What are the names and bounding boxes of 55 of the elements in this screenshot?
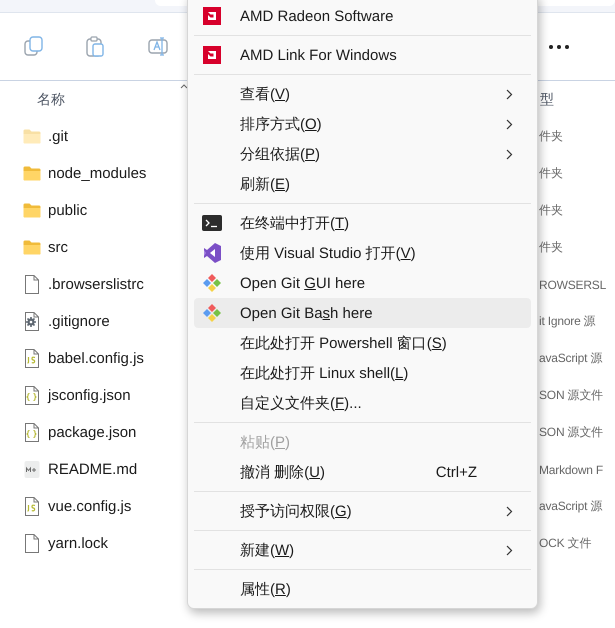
file-name[interactable]: .git	[48, 128, 68, 145]
file-type: 件夹	[539, 239, 563, 256]
git-diamond-icon	[202, 303, 222, 323]
file-name[interactable]: .gitignore	[48, 313, 110, 330]
file-name[interactable]: node_modules	[48, 165, 146, 182]
paste-icon[interactable]	[86, 36, 106, 57]
more-icon[interactable]	[548, 44, 570, 50]
copy-icon[interactable]	[24, 36, 44, 57]
file-name[interactable]: babel.config.js	[48, 350, 144, 367]
file-type: ROWSERSL	[539, 278, 606, 292]
file-type: avaScript 源	[539, 498, 602, 515]
file-type: OCK 文件	[539, 535, 592, 552]
column-header[interactable]: 型	[540, 90, 554, 108]
amd-logo-icon	[203, 7, 221, 25]
file-name[interactable]: vue.config.js	[48, 498, 132, 515]
file-name[interactable]: README.md	[48, 461, 138, 478]
menu-item[interactable]: AMD Radeon Software	[194, 1, 531, 31]
amd-logo-icon	[203, 46, 221, 64]
git-diamond-icon	[202, 273, 222, 293]
menu-item[interactable]: 撤消 删除(U) Ctrl+Z	[194, 457, 531, 487]
file-type: avaScript 源	[539, 350, 602, 367]
menu-item[interactable]: 使用 Visual Studio 打开(V)	[194, 238, 531, 268]
sort-caret-icon	[180, 84, 188, 89]
file-type: SON 源文件	[539, 424, 603, 441]
menu-item[interactable]: 在此处打开 Linux shell(L)	[194, 358, 531, 388]
file-name[interactable]: .browserslistrc	[48, 276, 144, 293]
menu-item[interactable]: 在终端中打开(T)	[194, 208, 531, 238]
file-type: it Ignore 源	[539, 313, 596, 330]
file-name[interactable]: src	[48, 239, 68, 256]
terminal-icon	[202, 215, 222, 231]
file-type: 件夹	[539, 165, 563, 182]
file-type: SON 源文件	[539, 387, 603, 404]
visual-studio-icon	[203, 243, 221, 263]
file-name[interactable]: public	[48, 202, 88, 219]
menu-item[interactable]: 属性(R)	[194, 574, 531, 604]
file-type: 件夹	[539, 128, 563, 145]
menu-item[interactable]: 自定义文件夹(F)...	[194, 388, 531, 418]
shortcut-text: Ctrl+Z	[436, 464, 477, 480]
file-name[interactable]: jsconfig.json	[48, 387, 131, 404]
menu-item[interactable]: 分组依据(P)	[194, 139, 531, 169]
file-type: 件夹	[539, 202, 563, 219]
menu-item[interactable]: Open Git Bash here	[194, 298, 531, 328]
rename-icon[interactable]	[148, 36, 168, 57]
column-header[interactable]: 名称	[37, 90, 65, 108]
menu-item[interactable]: Open Git GUI here	[194, 268, 531, 298]
menu-item[interactable]: 新建(W)	[194, 535, 531, 565]
menu-item[interactable]: 排序方式(O)	[194, 109, 531, 139]
menu-item[interactable]: 在此处打开 Powershell 窗口(S)	[194, 328, 531, 358]
menu-item[interactable]: 查看(V)	[194, 79, 531, 109]
menu-item[interactable]: 刷新(E)	[194, 169, 531, 199]
file-name[interactable]: yarn.lock	[48, 535, 108, 552]
file-type: Markdown F	[539, 462, 604, 476]
menu-item[interactable]: AMD Link For Windows	[194, 40, 531, 70]
menu-item[interactable]: 授予访问权限(G)	[194, 496, 531, 526]
file-name[interactable]: package.json	[48, 424, 136, 441]
